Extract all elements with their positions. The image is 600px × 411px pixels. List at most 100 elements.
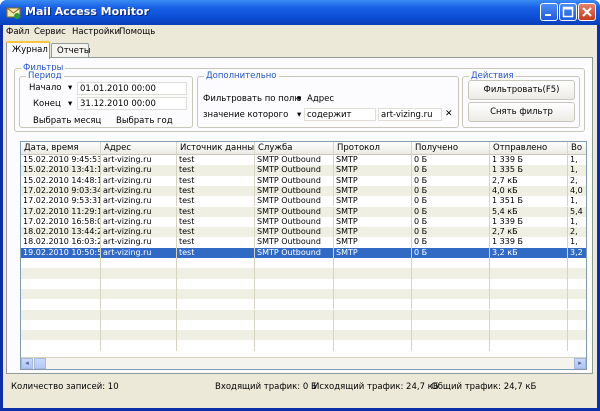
scroll-thumb[interactable] <box>34 358 46 369</box>
empty-cell <box>101 319 177 331</box>
scroll-left-icon[interactable]: ◂ <box>21 358 33 369</box>
table-cell: 17.02.2010 11:29:14 <box>23 206 101 217</box>
table-row[interactable]: 15.02.2010 9:45:53 art-vizing.ru test SMTP … <box>21 155 586 166</box>
empty-cell <box>101 330 177 341</box>
empty-row[interactable] <box>21 288 586 300</box>
empty-row[interactable] <box>21 330 586 341</box>
menu-service[interactable]: Сервис <box>34 27 66 37</box>
empty-cell <box>568 289 586 299</box>
filter-value-input[interactable]: art-vizing.ru <box>378 108 442 121</box>
incoming-traffic: Входящий трафик: 0 Б <box>215 382 317 392</box>
table-cell: 1 339 Б <box>490 216 568 228</box>
empty-row[interactable] <box>21 258 586 269</box>
table-cell: 0 Б <box>412 185 490 197</box>
select-month-link[interactable]: Выбрать месяц <box>33 116 101 126</box>
condition-select[interactable]: содержит <box>304 108 376 121</box>
column-header[interactable]: Источник данных <box>177 142 255 155</box>
extra-group: Дополнительно Фильтровать по полю ▾ Адре… <box>197 71 459 128</box>
menu-settings[interactable]: Настройки <box>72 27 120 37</box>
empty-cell <box>490 340 568 351</box>
column-header[interactable]: Служба <box>255 142 334 155</box>
empty-cell <box>334 258 412 269</box>
field-dropdown-icon[interactable]: ▾ <box>297 94 301 104</box>
table-cell: test <box>177 175 255 186</box>
empty-cell <box>255 299 334 310</box>
empty-cell <box>21 278 101 289</box>
empty-row[interactable] <box>21 299 586 310</box>
table-cell: 15.02.2010 13:41:10 <box>23 165 101 176</box>
empty-cell <box>101 288 177 300</box>
table-cell: SMTP Outbound <box>255 155 334 166</box>
condition-dropdown-icon[interactable]: ▾ <box>297 110 301 120</box>
column-header[interactable]: Адрес <box>101 142 177 155</box>
table-cell: 1 339 Б <box>490 237 568 248</box>
menu-file[interactable]: Файл <box>6 27 29 37</box>
minimize-button[interactable] <box>540 3 558 21</box>
table-row[interactable]: 17.02.2010 9:53:31 art-vizing.ru test SMTP … <box>21 196 586 207</box>
column-header[interactable]: Во <box>568 142 586 155</box>
empty-cell <box>21 330 101 341</box>
table-row[interactable]: 18.02.2010 16:03:25 art-vizing.ru test SMTP… <box>21 237 586 248</box>
select-year-link[interactable]: Выбрать год <box>116 116 173 126</box>
empty-row[interactable] <box>21 278 586 289</box>
close-button[interactable] <box>578 3 596 21</box>
tab-reports[interactable]: Отчеты <box>51 43 91 58</box>
table-cell: test <box>177 237 255 248</box>
table-cell: 2,7 кБ <box>490 175 568 186</box>
empty-cell <box>490 309 568 320</box>
empty-row[interactable] <box>21 340 586 351</box>
table-row[interactable]: 18.02.2010 13:44:21 art-vizing.ru test SMTP… <box>21 227 586 238</box>
column-header[interactable]: Отправлено <box>490 142 568 155</box>
clear-filter-button[interactable]: Снять фильтр <box>468 102 575 122</box>
scroll-right-icon[interactable]: ▸ <box>574 358 586 369</box>
empty-cell <box>334 309 412 320</box>
empty-cell <box>412 319 490 331</box>
menu-help[interactable]: Помощь <box>119 27 155 37</box>
empty-row[interactable] <box>21 309 586 320</box>
table-row[interactable]: 17.02.2010 16:58:00 art-vizing.ru test SMTP… <box>21 216 586 228</box>
empty-cell <box>255 319 334 331</box>
table-cell: 1 335 Б <box>490 165 568 176</box>
table-cell: 18.02.2010 13:44:21 <box>23 227 101 238</box>
empty-cell <box>177 268 255 279</box>
filter-button[interactable]: Фильтровать(F5) <box>468 80 575 100</box>
table-cell: 4,0 кБ <box>490 185 568 197</box>
table-row[interactable]: 15.02.2010 14:48:17 art-vizing.ru test SMTP… <box>21 175 586 186</box>
end-dropdown-icon[interactable]: ▾ <box>68 99 72 109</box>
horizontal-scrollbar[interactable]: ◂ ▸ <box>21 357 586 369</box>
table-row-selected[interactable]: 19.02.2010 10:50:50 art-vizing.ru test SMTP… <box>21 247 586 258</box>
table-cell: 1, <box>568 155 586 165</box>
table-cell: SMTP Outbound <box>255 185 334 197</box>
maximize-button[interactable] <box>559 3 577 21</box>
table-cell: test <box>177 196 255 207</box>
empty-cell <box>101 268 177 279</box>
table-row[interactable]: 15.02.2010 13:41:10 art-vizing.ru test SMTP… <box>21 165 586 176</box>
table-row[interactable]: 17.02.2010 9:03:34 art-vizing.ru test SMTP … <box>21 185 586 197</box>
empty-cell <box>412 288 490 300</box>
column-header[interactable]: Протокол <box>334 142 412 155</box>
empty-row[interactable] <box>21 268 586 279</box>
table-cell: 0 Б <box>412 165 490 176</box>
table-cell: test <box>177 247 255 258</box>
start-dropdown-icon[interactable]: ▾ <box>68 83 72 93</box>
table-cell: 2, <box>568 176 586 186</box>
table-row[interactable]: 17.02.2010 11:29:14 art-vizing.ru test SMTP… <box>21 206 586 217</box>
empty-row[interactable] <box>21 319 586 331</box>
field-select[interactable]: Адрес <box>304 92 379 105</box>
start-date-field[interactable]: 01.01.2010 00:00 <box>77 82 187 95</box>
table-cell: SMTP <box>334 247 412 258</box>
clear-filter-icon[interactable]: ✕ <box>445 109 453 119</box>
title-bar[interactable]: Mail Access Monitor <box>0 0 600 25</box>
empty-cell <box>568 299 586 309</box>
table-cell: SMTP <box>334 155 412 166</box>
end-date-field[interactable]: 31.12.2010 00:00 <box>77 97 187 110</box>
table-cell: 0 Б <box>412 175 490 186</box>
column-header[interactable]: Дата, время <box>21 142 101 155</box>
empty-cell <box>412 268 490 279</box>
period-group: Период Начало ▾ 01.01.2010 00:00 Конец ▾… <box>19 71 193 128</box>
column-header[interactable]: Получено <box>412 142 490 155</box>
outgoing-traffic: Исходящий трафик: 24,7 кБ <box>313 382 439 392</box>
table-cell: SMTP <box>334 216 412 228</box>
empty-cell <box>101 258 177 269</box>
tab-journal[interactable]: Журнал <box>6 41 50 59</box>
